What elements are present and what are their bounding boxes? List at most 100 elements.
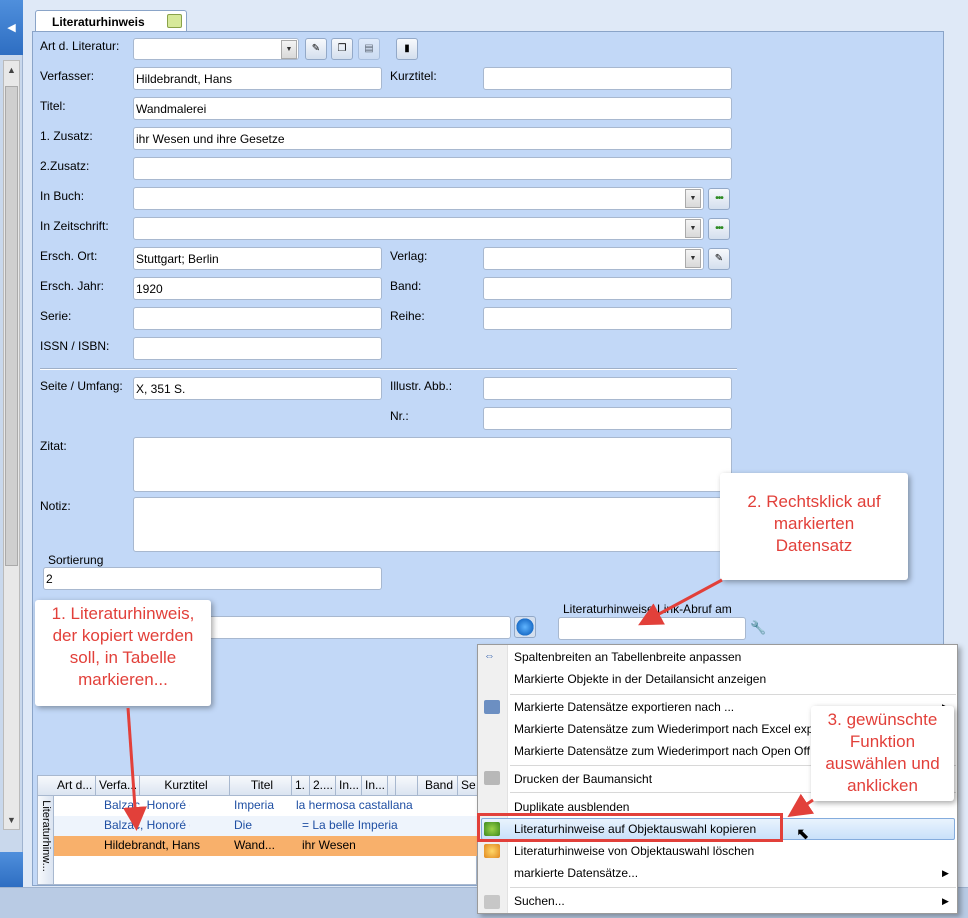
inzeitschrift-dropdown-arrow[interactable]: ▼ bbox=[685, 219, 701, 238]
zusatz2-label: 2.Zusatz: bbox=[40, 159, 90, 173]
copy-icon[interactable]: ❐ bbox=[331, 38, 353, 60]
menu-item-show-details[interactable]: Markierte Objekte in der Detailansicht a… bbox=[514, 669, 766, 689]
arrow-left-icon: ◀ bbox=[7, 22, 16, 34]
nr-field[interactable] bbox=[483, 407, 732, 430]
globe-icon[interactable] bbox=[514, 616, 536, 638]
menu-item-print-tree[interactable]: Drucken der Baumansicht bbox=[514, 769, 652, 789]
wrench-icon[interactable]: 🔧 bbox=[750, 620, 766, 636]
verlag-dropdown-arrow[interactable]: ▼ bbox=[685, 249, 701, 268]
titel-label: Titel: bbox=[40, 99, 66, 113]
paste-icon[interactable]: ▤ bbox=[358, 38, 380, 60]
menu-item-marked-records[interactable]: markierte Datensätze... bbox=[514, 863, 638, 883]
callout-line: Datensatz bbox=[775, 536, 853, 555]
serie-field[interactable] bbox=[133, 307, 382, 330]
zusatz1-field[interactable]: ihr Wesen und ihre Gesetze bbox=[133, 127, 732, 150]
seite-label: Seite / Umfang: bbox=[40, 379, 123, 393]
verfasser-field[interactable]: Hildebrandt, Hans bbox=[133, 67, 382, 90]
menu-item-fit-columns[interactable]: Spaltenbreiten an Tabellenbreite anpasse… bbox=[514, 647, 741, 667]
scroll-down-icon[interactable]: ▼ bbox=[4, 811, 19, 829]
band-field[interactable] bbox=[483, 277, 732, 300]
cell-verfasser: Balzac, Honoré de ; bbox=[104, 798, 190, 812]
art-select[interactable] bbox=[133, 38, 299, 60]
scroll-up-icon[interactable]: ▲ bbox=[4, 61, 19, 79]
kurztitel-label: Kurztitel: bbox=[390, 69, 437, 83]
erschjahr-field[interactable]: 1920 bbox=[133, 277, 382, 300]
link-url-field[interactable] bbox=[200, 616, 511, 639]
edit-note-icon bbox=[167, 14, 182, 28]
col-titel[interactable]: Titel bbox=[230, 776, 292, 796]
menu-item-export-openoffice[interactable]: Markierte Datensätze zum Wiederimport na… bbox=[514, 741, 810, 761]
verlag-edit-icon[interactable]: ✎ bbox=[708, 248, 730, 270]
verlag-label: Verlag: bbox=[390, 249, 428, 263]
remove-from-selection-icon bbox=[484, 844, 500, 858]
kurztitel-field[interactable] bbox=[483, 67, 732, 90]
col-verfasser[interactable]: Verfa... bbox=[96, 776, 140, 796]
reihe-field[interactable] bbox=[483, 307, 732, 330]
left-scrollbar[interactable]: ▲ ▼ bbox=[3, 60, 20, 830]
menu-item-export[interactable]: Markierte Datensätze exportieren nach ..… bbox=[514, 697, 734, 717]
col-extra2[interactable] bbox=[396, 776, 418, 796]
submenu-arrow-icon: ▶ bbox=[942, 868, 949, 878]
highlight-box bbox=[477, 813, 783, 842]
col-zusatz1[interactable]: 1. bbox=[292, 776, 310, 796]
cell-verfasser: Hildebrandt, Hans bbox=[104, 838, 201, 852]
linkabruf-field[interactable] bbox=[558, 617, 746, 640]
left-bottom-button[interactable] bbox=[0, 852, 23, 887]
illustr-field[interactable] bbox=[483, 377, 732, 400]
menu-separator bbox=[510, 887, 956, 888]
left-panel-strip: ◀ ▲ ▼ bbox=[0, 0, 23, 918]
col-band[interactable]: Band bbox=[418, 776, 458, 796]
art-dropdown-arrow[interactable]: ▼ bbox=[281, 40, 297, 59]
zitat-textarea[interactable] bbox=[133, 437, 732, 492]
col-extra1[interactable] bbox=[388, 776, 396, 796]
menu-item-search[interactable]: Suchen... bbox=[514, 891, 565, 911]
col-art[interactable]: Art d... bbox=[54, 776, 96, 796]
menu-item-remove-from-selection[interactable]: Literaturhinweise von Objektauswahl lösc… bbox=[514, 841, 754, 861]
col-inbuch[interactable]: In... bbox=[336, 776, 362, 796]
erschort-label: Ersch. Ort: bbox=[40, 249, 98, 263]
col-kurztitel[interactable]: Kurztitel bbox=[140, 776, 230, 796]
seite-field[interactable]: X, 351 S. bbox=[133, 377, 382, 400]
literature-table[interactable]: Art d... Verfa... Kurztitel Titel 1. 2..… bbox=[37, 775, 478, 885]
scroll-thumb[interactable] bbox=[5, 86, 18, 566]
col-serie[interactable]: Se bbox=[458, 776, 478, 796]
issn-field[interactable] bbox=[133, 337, 382, 360]
inbuch-select[interactable] bbox=[133, 187, 704, 210]
zusatz2-field[interactable] bbox=[133, 157, 732, 180]
table-row-selected[interactable]: Hildebrandt, Hans Wand... ihr Wesen bbox=[54, 836, 478, 856]
inbuch-more-button[interactable]: ••• bbox=[708, 188, 730, 210]
inbuch-dropdown-arrow[interactable]: ▼ bbox=[685, 189, 701, 208]
col-zusatz2[interactable]: 2.... bbox=[310, 776, 336, 796]
reihe-label: Reihe: bbox=[390, 309, 425, 323]
book-icon[interactable]: ▮ bbox=[396, 38, 418, 60]
illustr-label: Illustr. Abb.: bbox=[390, 379, 453, 393]
callout-line: soll, in Tabelle bbox=[69, 648, 177, 667]
table-row[interactable]: Balzac, Honoré de ; Imperia la hermosa c… bbox=[54, 796, 478, 816]
verlag-select[interactable] bbox=[483, 247, 704, 270]
callout-step1: 1. Literaturhinweis, der kopiert werden … bbox=[35, 600, 211, 706]
edit-list-icon[interactable]: ✎ bbox=[305, 38, 327, 60]
zitat-label: Zitat: bbox=[40, 439, 67, 453]
tab-label: Literaturhinweis bbox=[52, 15, 145, 29]
tab-literaturhinweis[interactable]: Literaturhinweis bbox=[35, 10, 187, 32]
collapse-left-button[interactable]: ◀ bbox=[0, 0, 23, 55]
titel-field[interactable]: Wandmalerei bbox=[133, 97, 732, 120]
mouse-cursor-icon: ⬉ bbox=[796, 826, 810, 843]
search-icon bbox=[484, 895, 500, 909]
notiz-textarea[interactable] bbox=[133, 497, 732, 552]
menu-item-export-excel[interactable]: Markierte Datensätze zum Wiederimport na… bbox=[514, 719, 813, 739]
callout-step3: 3. gewünschte Funktion auswählen und ank… bbox=[811, 706, 954, 801]
callout-line: der kopiert werden bbox=[52, 626, 194, 645]
col-inzeitschrift[interactable]: In... bbox=[362, 776, 388, 796]
callout-line: markieren... bbox=[78, 670, 168, 689]
inzeitschrift-more-button[interactable]: ••• bbox=[708, 218, 730, 240]
table-row[interactable]: Balzac, Honoré de ; Die = La belle Imper… bbox=[54, 816, 478, 836]
callout-line: markierten bbox=[773, 514, 855, 533]
inzeitschrift-select[interactable] bbox=[133, 217, 704, 240]
issn-label: ISSN / ISBN: bbox=[40, 339, 110, 353]
notiz-label: Notiz: bbox=[40, 499, 71, 513]
cell-zusatz: = La belle Imperia bbox=[302, 818, 398, 832]
cell-titel: Wand... bbox=[234, 838, 275, 852]
erschort-field[interactable]: Stuttgart; Berlin bbox=[133, 247, 382, 270]
sortierung-field[interactable]: 2 bbox=[43, 567, 382, 590]
